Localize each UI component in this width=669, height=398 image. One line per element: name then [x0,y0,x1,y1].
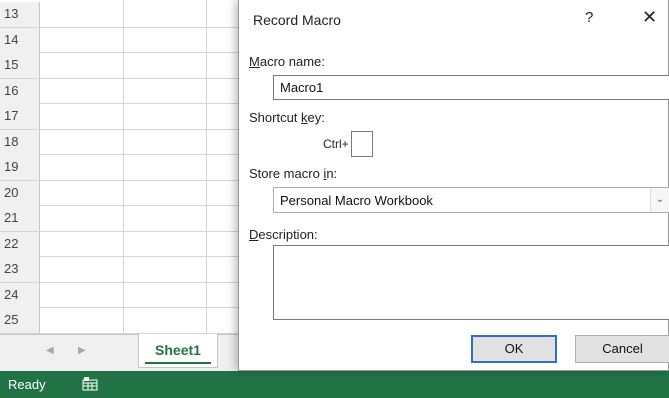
next-sheet-icon[interactable]: ▶ [78,345,86,356]
store-macro-label: Store macro in: [249,166,338,181]
macro-record-icon[interactable] [82,377,98,391]
row-header[interactable]: 20 [0,180,40,206]
sheet-tab-label: Sheet1 [155,342,201,358]
macro-name-input[interactable]: Macro1 [273,75,669,100]
row-header[interactable]: 19 [0,155,40,180]
store-macro-select[interactable]: Personal Macro Workbook ⌄ [273,187,669,213]
chevron-down-icon[interactable]: ⌄ [650,188,669,212]
row-header[interactable]: 23 [0,257,40,282]
row-header[interactable]: 22 [0,231,40,257]
ctrl-label: Ctrl+ [323,137,349,151]
sheet-tab[interactable]: Sheet1 [138,334,218,368]
prev-sheet-icon[interactable]: ◀ [46,345,54,356]
cancel-button[interactable]: Cancel [575,335,669,363]
row-header[interactable]: 25 [0,308,40,333]
row-header[interactable]: 15 [0,53,40,78]
row-header[interactable]: 24 [0,282,40,308]
row-header[interactable]: 18 [0,129,40,155]
description-input[interactable] [273,245,669,320]
shortcut-key-label: Shortcut key: [249,110,325,125]
status-ready: Ready [8,377,46,392]
dialog-title: Record Macro [253,12,341,28]
record-macro-dialog: Record Macro ? ✕ Macro name: Macro1 Shor… [238,0,669,371]
row-header[interactable]: 14 [0,27,40,53]
close-button[interactable]: ✕ [642,7,657,28]
shortcut-key-input[interactable] [351,131,373,157]
help-button[interactable]: ? [585,9,593,26]
row-header[interactable]: 13 [0,2,40,27]
row-header[interactable]: 16 [0,78,40,104]
macro-name-label: Macro name: [249,54,325,69]
row-header[interactable]: 21 [0,206,40,231]
description-label: Description: [249,227,318,242]
status-bar: Ready [0,371,669,398]
store-macro-value: Personal Macro Workbook [280,193,433,208]
ok-button[interactable]: OK [471,335,557,363]
macro-name-value: Macro1 [280,80,324,95]
row-header[interactable]: 17 [0,104,40,129]
